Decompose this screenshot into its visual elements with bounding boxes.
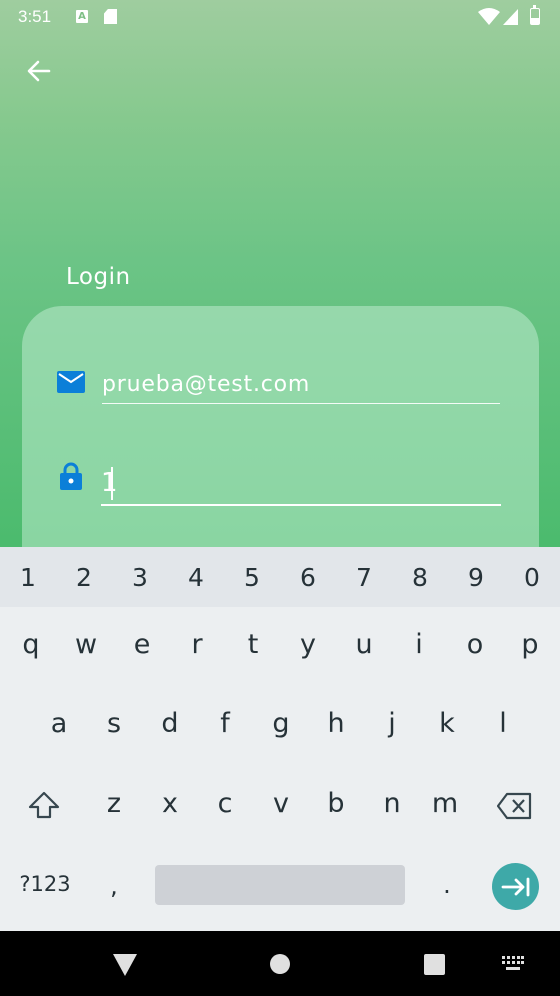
- key-j[interactable]: j: [367, 708, 417, 739]
- email-icon: [57, 371, 85, 393]
- login-title: Login: [66, 264, 131, 290]
- enter-key[interactable]: [492, 863, 539, 910]
- battery-icon: [530, 5, 540, 25]
- key-o[interactable]: o: [450, 629, 500, 660]
- key-v[interactable]: v: [256, 788, 306, 819]
- key-5[interactable]: 5: [224, 563, 280, 592]
- key-1[interactable]: 1: [0, 563, 56, 592]
- key-a[interactable]: a: [34, 708, 84, 739]
- shift-key[interactable]: [19, 789, 69, 829]
- password-value: 1: [101, 468, 118, 498]
- key-4[interactable]: 4: [168, 563, 224, 592]
- key-7[interactable]: 7: [336, 563, 392, 592]
- period-key[interactable]: .: [422, 871, 472, 899]
- key-k[interactable]: k: [422, 708, 472, 739]
- key-p[interactable]: p: [505, 629, 555, 660]
- backspace-icon: [496, 792, 532, 820]
- space-key[interactable]: [155, 865, 405, 905]
- key-b[interactable]: b: [311, 788, 361, 819]
- key-z[interactable]: z: [89, 788, 139, 819]
- key-q[interactable]: q: [6, 629, 56, 660]
- sd-card-icon: [104, 9, 117, 24]
- password-field[interactable]: 1: [101, 462, 501, 506]
- home-nav-icon[interactable]: [269, 953, 291, 975]
- keyboard-number-row: 1 2 3 4 5 6 7 8 9 0: [0, 547, 560, 607]
- login-card: [22, 306, 539, 566]
- a-notification-icon: A: [76, 10, 88, 23]
- key-e[interactable]: e: [117, 629, 167, 660]
- wifi-icon: [478, 8, 500, 25]
- key-6[interactable]: 6: [280, 563, 336, 592]
- key-u[interactable]: u: [339, 629, 389, 660]
- key-l[interactable]: l: [478, 708, 528, 739]
- key-3[interactable]: 3: [112, 563, 168, 592]
- signal-icon: [503, 9, 518, 25]
- key-i[interactable]: i: [394, 629, 444, 660]
- text-cursor: [111, 467, 113, 500]
- key-w[interactable]: w: [61, 629, 111, 660]
- key-h[interactable]: h: [311, 708, 361, 739]
- symbols-key[interactable]: ?123: [10, 872, 80, 896]
- key-x[interactable]: x: [145, 788, 195, 819]
- key-y[interactable]: y: [283, 629, 333, 660]
- key-0[interactable]: 0: [504, 563, 560, 592]
- backspace-key[interactable]: [490, 792, 540, 826]
- email-field[interactable]: prueba@test.com: [102, 370, 500, 404]
- recents-nav-icon[interactable]: [424, 954, 445, 975]
- key-c[interactable]: c: [200, 788, 250, 819]
- arrow-back-icon: [27, 60, 51, 82]
- key-s[interactable]: s: [89, 708, 139, 739]
- key-n[interactable]: n: [367, 788, 417, 819]
- status-bar: 3:51 A: [0, 0, 560, 34]
- navigation-bar: [0, 931, 560, 996]
- next-arrow-icon: [501, 877, 530, 897]
- key-t[interactable]: t: [228, 629, 278, 660]
- key-m[interactable]: m: [420, 788, 470, 819]
- key-f[interactable]: f: [200, 708, 250, 739]
- keyboard-switch-icon[interactable]: [502, 956, 524, 972]
- back-button[interactable]: [24, 56, 54, 86]
- comma-key[interactable]: ,: [89, 872, 139, 900]
- key-2[interactable]: 2: [56, 563, 112, 592]
- key-d[interactable]: d: [145, 708, 195, 739]
- key-r[interactable]: r: [172, 629, 222, 660]
- key-9[interactable]: 9: [448, 563, 504, 592]
- back-nav-icon[interactable]: [113, 954, 137, 976]
- shift-icon: [28, 791, 60, 819]
- soft-keyboard: 1 2 3 4 5 6 7 8 9 0 q w e r t y u i o p …: [0, 547, 560, 931]
- lock-icon: [60, 462, 82, 490]
- key-g[interactable]: g: [256, 708, 306, 739]
- key-8[interactable]: 8: [392, 563, 448, 592]
- status-time: 3:51: [18, 7, 52, 26]
